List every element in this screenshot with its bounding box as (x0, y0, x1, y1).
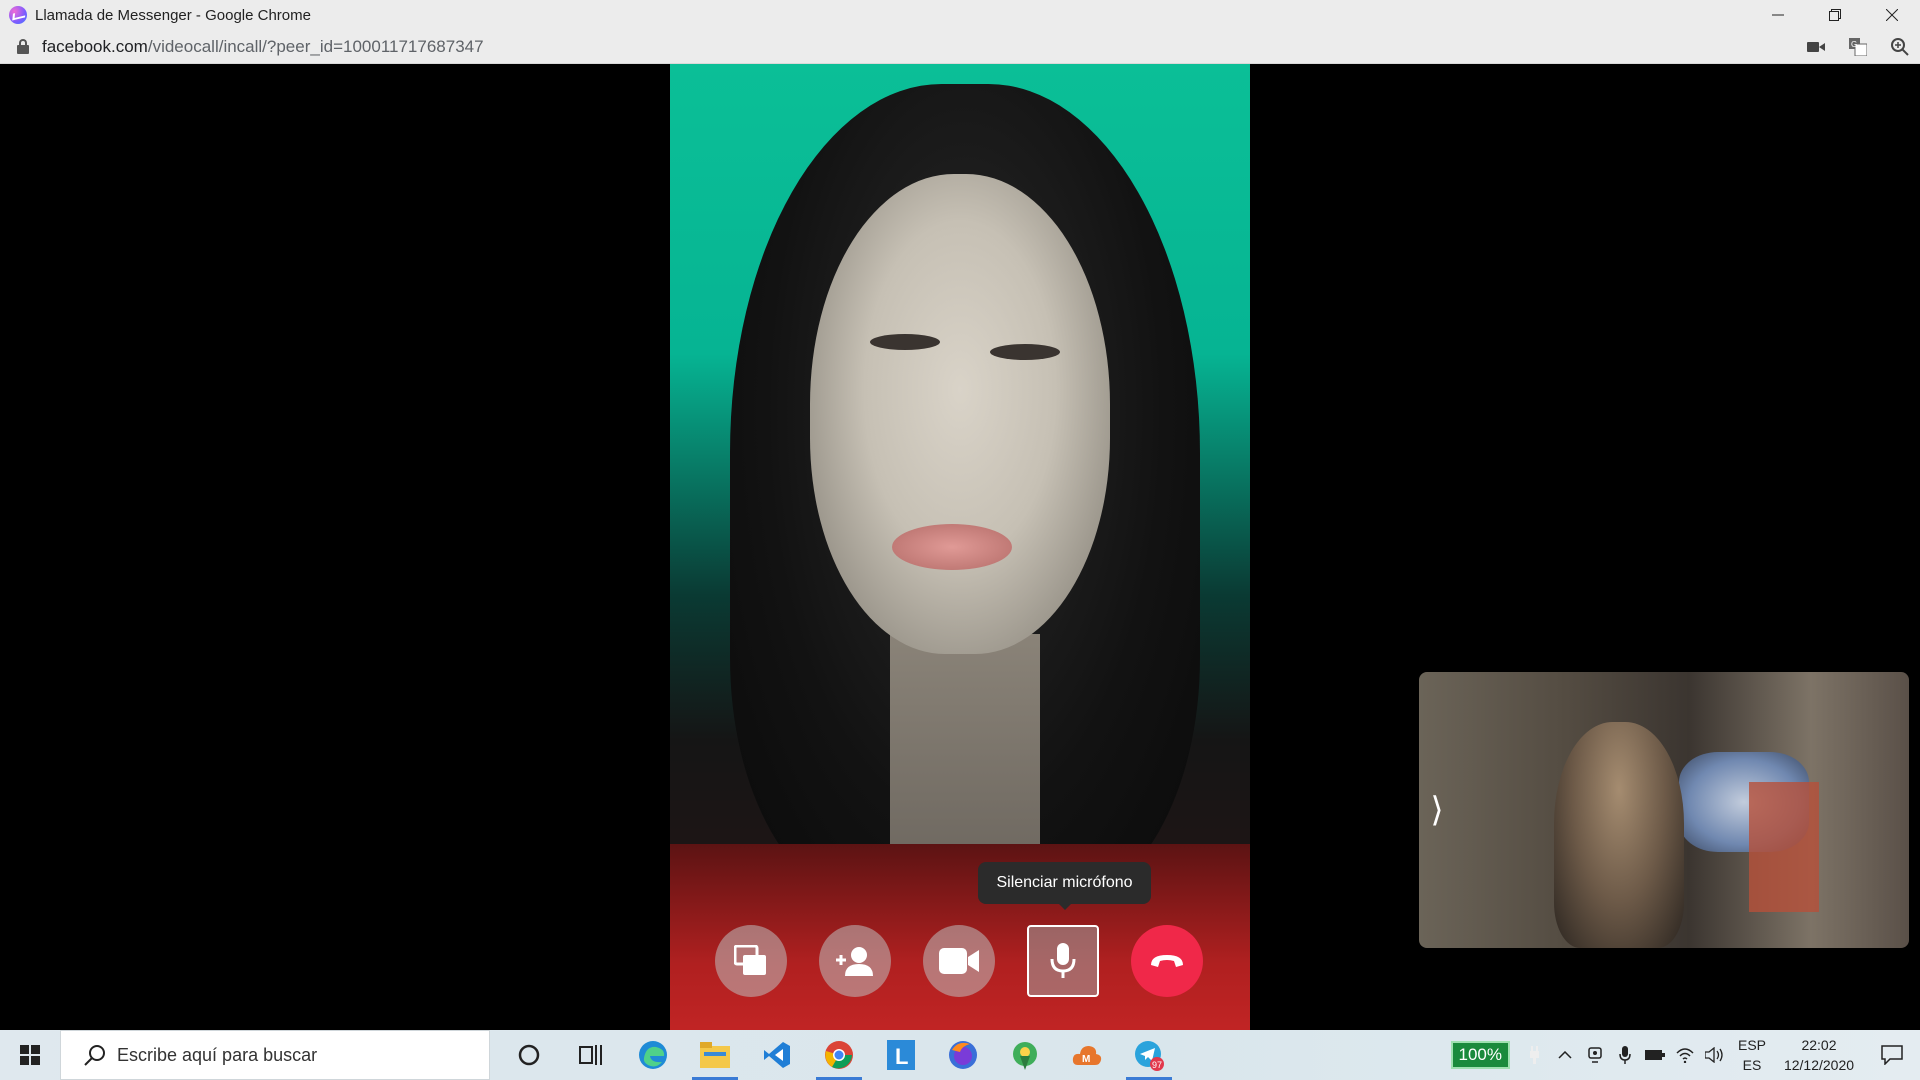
chevron-up-icon[interactable] (1550, 1030, 1580, 1080)
self-view-toggle-button[interactable]: ⟩ (1419, 672, 1455, 948)
camera-icon[interactable] (1806, 37, 1826, 57)
volume-icon[interactable] (1700, 1030, 1730, 1080)
restore-icon (1828, 9, 1841, 21)
firefox-icon (949, 1041, 977, 1069)
task-view-icon (579, 1045, 602, 1065)
close-icon (1885, 9, 1898, 21)
add-person-icon (836, 947, 873, 976)
url-host: facebook.com (42, 36, 148, 56)
svg-text:L: L (895, 1044, 908, 1069)
chrome-icon (825, 1041, 853, 1069)
minimize-icon (1771, 14, 1784, 16)
add-person-button[interactable] (819, 925, 891, 997)
taskbar-chrome[interactable] (808, 1030, 870, 1080)
telegram-badge: 97 (1152, 1060, 1162, 1070)
taskbar-edge[interactable] (622, 1030, 684, 1080)
hang-up-button[interactable] (1131, 925, 1203, 997)
taskbar-apps: L M 97 (498, 1030, 1180, 1080)
telegram-icon: 97 (1135, 1041, 1164, 1071)
hang-up-icon (1151, 955, 1183, 967)
plug-icon[interactable] (1520, 1030, 1550, 1080)
task-view-button[interactable] (560, 1030, 622, 1080)
taskbar-firefox[interactable] (932, 1030, 994, 1080)
taskbar-file-explorer[interactable] (684, 1030, 746, 1080)
taskbar: Escribe aquí para buscar L M 97 100% ESP… (0, 1030, 1920, 1080)
url-path: /videocall/incall/?peer_id=1000117176873… (147, 36, 484, 56)
folder-icon (700, 1042, 730, 1068)
keyboard-layout: ES (1742, 1057, 1762, 1073)
search-icon (75, 1044, 115, 1066)
taskbar-maps[interactable] (994, 1030, 1056, 1080)
address-bar[interactable]: facebook.com/videocall/incall/?peer_id=1… (0, 30, 1920, 64)
clock[interactable]: 22:02 12/12/2020 (1774, 1035, 1864, 1075)
taskbar-launcher-l[interactable]: L (870, 1030, 932, 1080)
camera-icon (939, 948, 979, 974)
close-button[interactable] (1863, 0, 1920, 30)
window-title-bar: Llamada de Messenger - Google Chrome (0, 0, 1920, 30)
taskbar-search[interactable]: Escribe aquí para buscar (60, 1030, 490, 1080)
lock-icon[interactable] (16, 38, 30, 55)
notifications-button[interactable] (1864, 1030, 1920, 1080)
translate-icon[interactable]: G (1848, 37, 1868, 57)
microphone-button[interactable] (1027, 925, 1099, 997)
battery-icon[interactable] (1640, 1030, 1670, 1080)
battery-percentage[interactable]: 100% (1450, 1041, 1510, 1069)
start-button[interactable] (0, 1030, 60, 1080)
taskbar-mega[interactable]: M (1056, 1030, 1118, 1080)
language-code: ESP (1737, 1037, 1766, 1053)
mute-tooltip: Silenciar micrófono (978, 862, 1151, 910)
language-indicator[interactable]: ESP ES (1730, 1035, 1774, 1075)
tray-microphone-icon[interactable] (1610, 1030, 1640, 1080)
edge-icon (639, 1041, 667, 1069)
restore-button[interactable] (1806, 0, 1863, 30)
cortana-icon (518, 1044, 540, 1066)
self-video (1419, 672, 1909, 948)
minimize-button[interactable] (1749, 0, 1806, 30)
microphone-icon (1050, 943, 1076, 978)
l-app-icon: L (887, 1040, 915, 1070)
taskbar-telegram[interactable]: 97 (1118, 1030, 1180, 1080)
share-screen-button[interactable] (715, 925, 787, 997)
taskbar-vscode[interactable] (746, 1030, 808, 1080)
window-controls (1749, 0, 1920, 30)
svg-text:M: M (1082, 1054, 1090, 1065)
maps-icon (1013, 1042, 1037, 1070)
remote-video (670, 64, 1250, 1030)
system-tray: 100% ESP ES 22:02 12/12/2020 (1450, 1030, 1920, 1080)
call-controls (715, 925, 1203, 997)
address-bar-actions: G (1806, 30, 1910, 64)
webcam-icon[interactable] (1580, 1030, 1610, 1080)
messenger-icon (9, 6, 27, 24)
share-screen-icon (734, 945, 766, 975)
windows-icon (20, 1045, 40, 1065)
camera-button[interactable] (923, 925, 995, 997)
cloud-icon: M (1072, 1046, 1102, 1065)
url[interactable]: facebook.com/videocall/incall/?peer_id=1… (42, 37, 484, 57)
clock-time: 22:02 (1801, 1037, 1837, 1053)
zoom-icon[interactable] (1890, 37, 1910, 57)
notification-icon (1881, 1045, 1903, 1065)
vscode-icon (764, 1042, 790, 1068)
window-title: Llamada de Messenger - Google Chrome (35, 6, 311, 24)
clock-date: 12/12/2020 (1783, 1057, 1855, 1073)
cortana-button[interactable] (498, 1030, 560, 1080)
svg-text:G: G (1851, 40, 1857, 49)
search-placeholder: Escribe aquí para buscar (117, 1044, 318, 1065)
wifi-icon[interactable] (1670, 1030, 1700, 1080)
